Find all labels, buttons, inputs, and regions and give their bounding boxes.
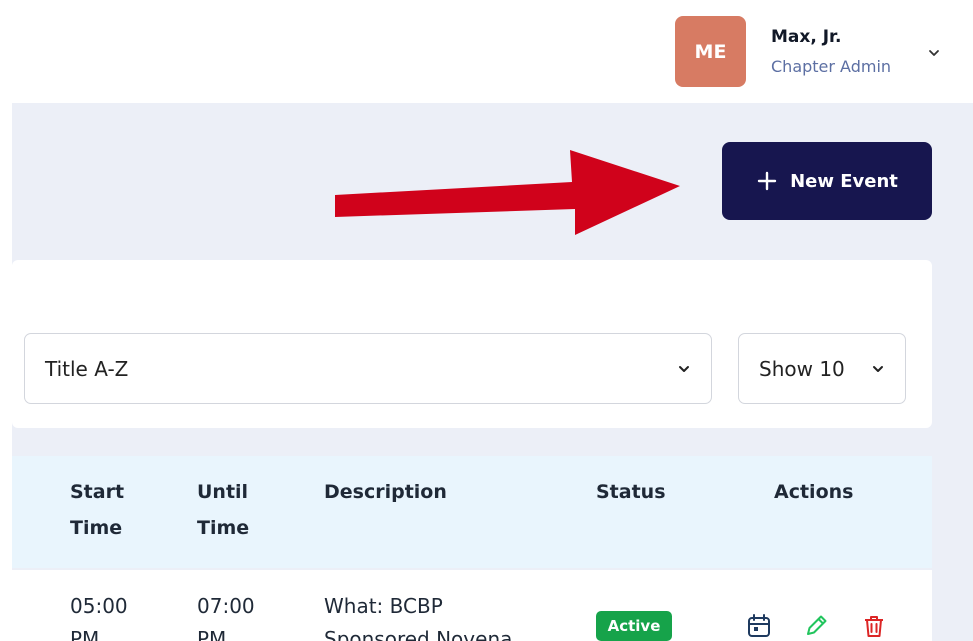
status-badge: Active: [596, 611, 672, 641]
chevron-down-icon[interactable]: [925, 44, 943, 62]
user-name: Max, Jr.: [771, 27, 842, 47]
calendar-icon[interactable]: [745, 612, 773, 640]
user-avatar[interactable]: ME: [675, 16, 746, 87]
avatar-initials: ME: [694, 40, 727, 63]
cell-until-time-line1: 07:00: [197, 594, 255, 618]
left-edge-strip: [0, 0, 12, 641]
header-actions: Actions: [774, 481, 854, 503]
cell-start-time-line1: 05:00: [70, 594, 128, 618]
header-start-time-line2: Time: [70, 517, 123, 539]
page-size-value: Show 10: [759, 356, 845, 381]
chevron-down-icon: [873, 366, 883, 372]
header-until-time-line1: Until: [197, 481, 249, 503]
user-role: Chapter Admin: [771, 57, 892, 76]
cell-until-time: 07:00 PM: [197, 590, 255, 641]
page-size-select[interactable]: Show 10: [738, 333, 906, 404]
chevron-down-icon: [679, 366, 689, 372]
new-event-label: New Event: [790, 170, 898, 192]
cell-description: What: BCBP Sponsored Novena: [324, 590, 512, 641]
cell-start-time-line2: PM: [70, 627, 100, 641]
cell-until-time-line2: PM: [197, 627, 227, 641]
cell-description-line1: What: BCBP: [324, 594, 443, 618]
header-start-time-line1: Start: [70, 481, 125, 503]
cell-start-time: 05:00 PM: [70, 590, 128, 641]
header-until-time-line2: Time: [197, 517, 250, 539]
cell-description-line2: Sponsored Novena: [324, 627, 513, 641]
red-annotation-arrow: [335, 150, 680, 235]
top-header-bar: [12, 0, 973, 103]
header-description[interactable]: Description: [324, 474, 447, 510]
sort-select[interactable]: Title A-Z: [24, 333, 712, 404]
trash-icon[interactable]: [860, 612, 888, 640]
table-header: [12, 456, 932, 568]
edit-pencil-icon[interactable]: [802, 612, 830, 640]
header-until-time[interactable]: Until Time: [197, 474, 249, 546]
header-status[interactable]: Status: [596, 474, 666, 510]
plus-icon: [757, 171, 777, 191]
new-event-button[interactable]: New Event: [722, 142, 932, 220]
header-start-time[interactable]: Start Time: [70, 474, 124, 546]
sort-select-value: Title A-Z: [45, 356, 129, 381]
